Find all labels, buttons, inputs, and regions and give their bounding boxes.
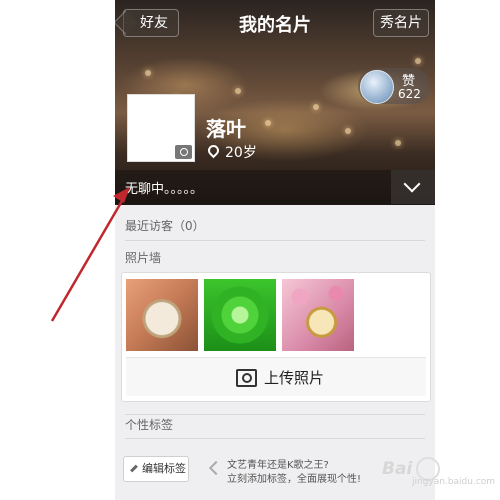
arrow-head: [113, 187, 130, 203]
arrow-shaft: [50, 193, 128, 322]
annotation-arrow: [50, 187, 130, 322]
